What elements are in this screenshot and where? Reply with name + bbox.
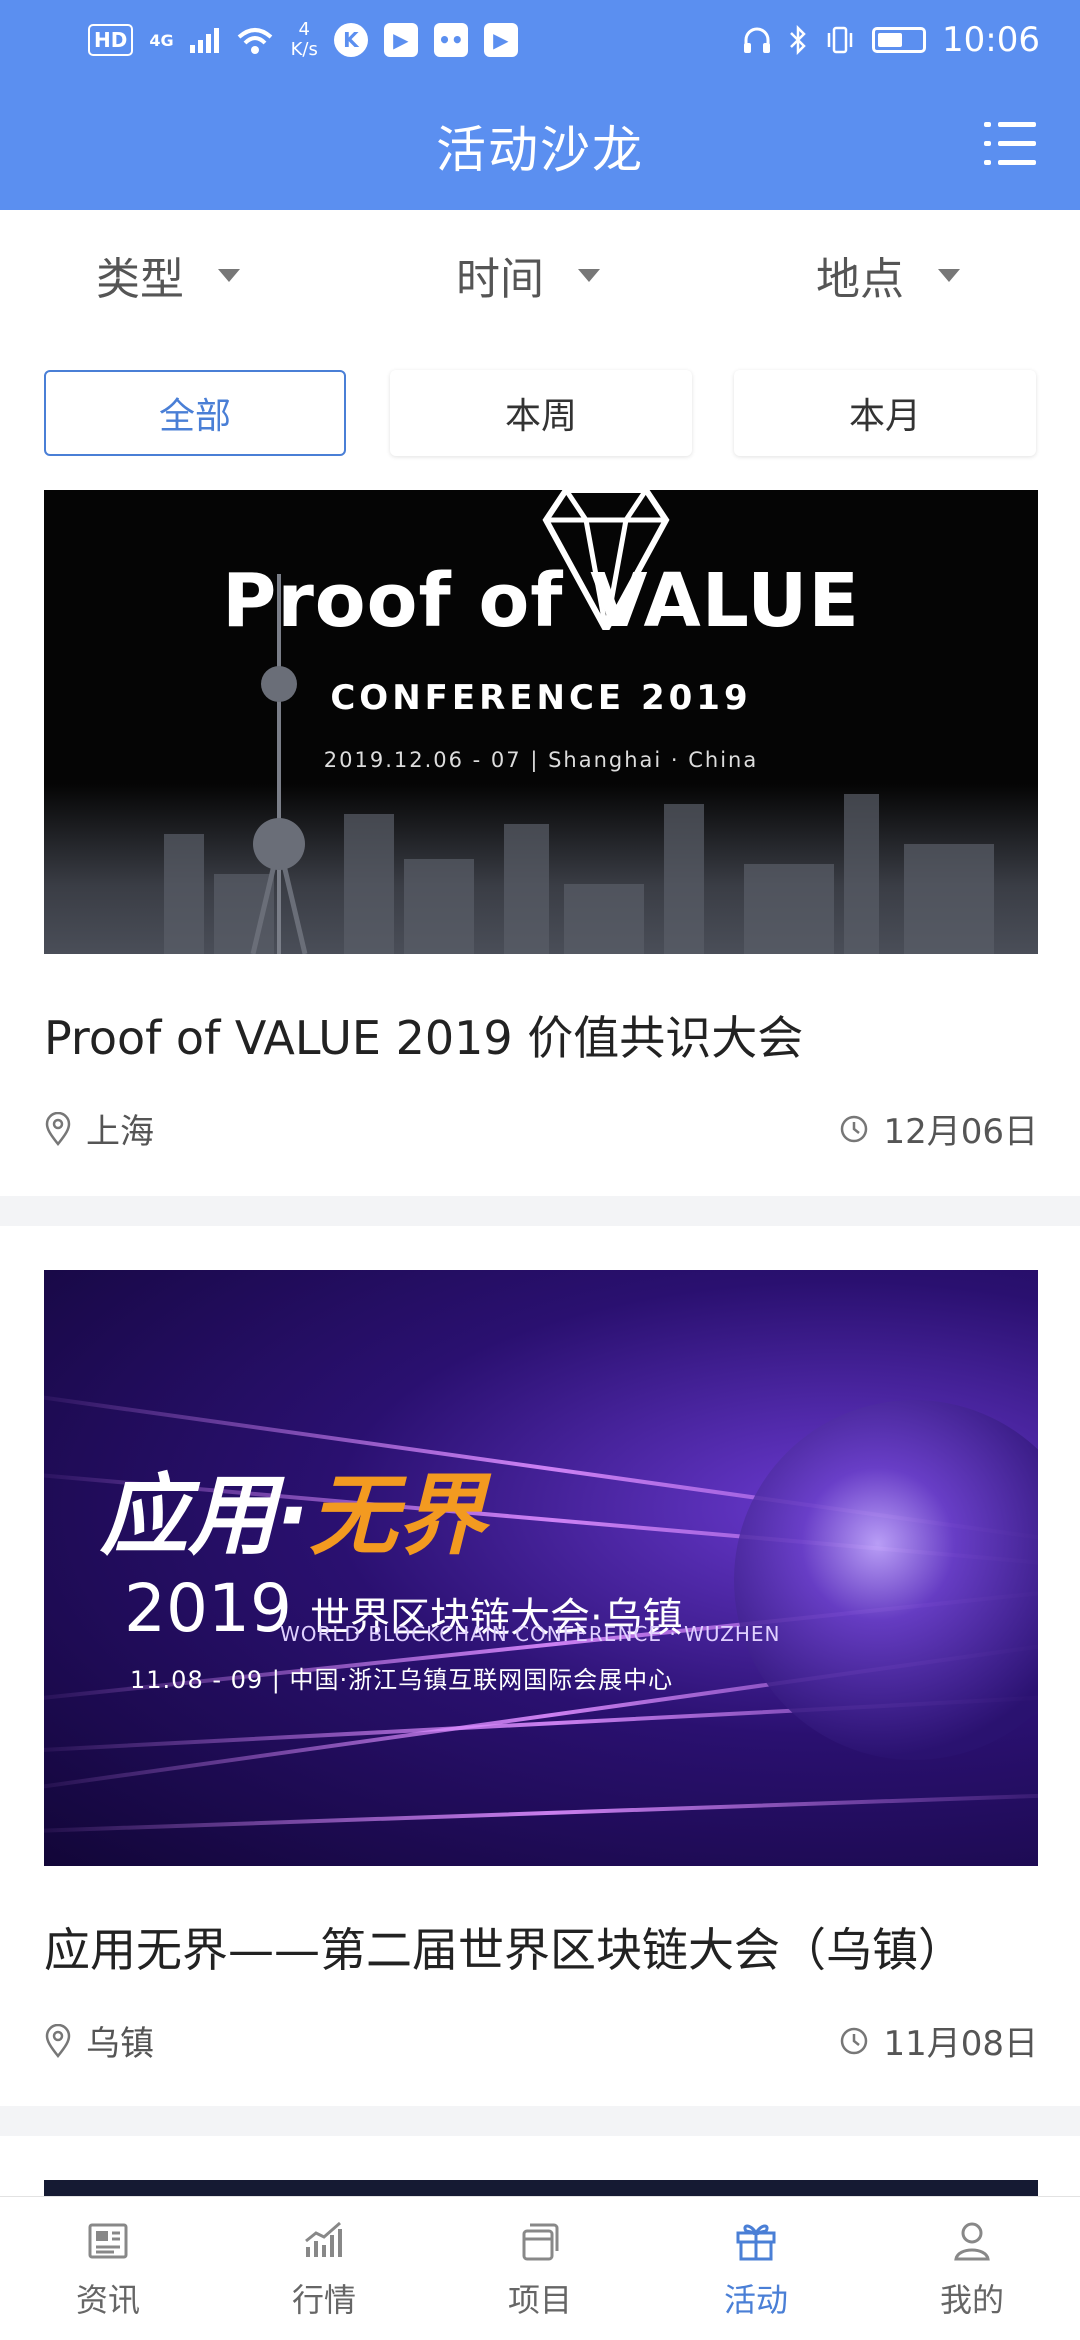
headphones-icon	[744, 27, 771, 53]
sphere-graphic	[734, 1400, 1038, 1760]
segment-this-week[interactable]: 本周	[390, 370, 692, 456]
nav-projects[interactable]: 项目	[432, 2197, 648, 2340]
profile-icon	[954, 2222, 990, 2260]
page-title: 活动沙龙	[436, 121, 644, 179]
nav-projects-label: 项目	[507, 2280, 572, 2319]
event-location-label: 上海	[86, 1112, 154, 1152]
event-date: 12月06日	[839, 1104, 1038, 1153]
type-dropdown[interactable]: 类型	[96, 240, 240, 310]
banner-en-title: WORLD BLOCKCHAIN CONFERENCE · WUZHEN	[280, 1622, 781, 1646]
status-bar: HD 4G 4 K/s K ▶ •• ▶ 10:06	[0, 0, 1080, 80]
segment-all[interactable]: 全部	[44, 370, 346, 456]
network-speed: 4 K/s	[291, 20, 318, 60]
list-menu-icon[interactable]	[984, 122, 1036, 166]
time-dropdown[interactable]: 时间	[456, 240, 600, 310]
banner-title-white: 应用·	[100, 1464, 310, 1567]
banner-title-highlight: 无界	[309, 1464, 486, 1567]
time-dropdown-label: 时间	[456, 254, 544, 305]
clock-icon	[841, 1115, 868, 1142]
nav-me[interactable]: 我的	[864, 2197, 1080, 2340]
event-title[interactable]: 应用无界——第二届世界区块链大会（乌镇）	[44, 1914, 964, 1980]
clock-icon	[841, 2027, 868, 2054]
caret-down-icon	[218, 268, 240, 282]
chart-icon	[305, 2221, 342, 2257]
nav-market[interactable]: 行情	[216, 2197, 432, 2340]
banner-title: 应用·无界	[100, 1445, 485, 1572]
nav-me-label: 我的	[939, 2280, 1004, 2319]
event-date-label: 11月08日	[883, 2024, 1038, 2064]
event-banner-image[interactable]: Proof of VALUE CONFERENCE 2019 2019.12.0…	[44, 490, 1038, 954]
event-card[interactable]: Proof of VALUE CONFERENCE 2019 2019.12.0…	[0, 490, 1080, 1196]
app-header: HD 4G 4 K/s K ▶ •• ▶ 10:06 活动沙龙	[0, 0, 1080, 210]
gift-icon	[736, 2224, 776, 2260]
caret-down-icon	[938, 268, 960, 282]
banner-title: Proof of VALUE	[222, 558, 860, 644]
bottom-nav: 资讯 行情 项目 活动 我的	[0, 2196, 1080, 2340]
location-pin-icon	[45, 1111, 71, 1146]
filter-panel: 类型 时间 地点 全部 本周 本月	[0, 210, 1080, 490]
battery-icon	[872, 27, 927, 53]
status-left: HD 4G 4 K/s K ▶ •• ▶	[88, 20, 518, 60]
newspaper-icon	[88, 2223, 128, 2258]
event-title[interactable]: Proof of VALUE 2019 价值共识大会	[44, 1002, 803, 1068]
banner-subtitle: CONFERENCE 2019	[330, 678, 752, 718]
tower-graphic	[250, 574, 308, 954]
k-app-icon: K	[333, 23, 368, 57]
dots-app-icon: ••	[433, 23, 468, 57]
banner-info: 2019.12.06 - 07 | Shanghai · China	[323, 748, 759, 772]
signal-icon	[189, 27, 219, 53]
event-card[interactable]: 应用·无界 2019 世界区块链大会·乌镇 WORLD BLOCKCHAIN C…	[0, 1226, 1080, 2106]
type-dropdown-label: 类型	[96, 254, 184, 305]
status-right: 10:06	[742, 20, 1040, 60]
banner-info: 11.08 - 09 | 中国·浙江乌镇互联网国际会展中心	[130, 1666, 674, 1694]
status-time: 10:06	[942, 20, 1040, 60]
network-speed-value: 4	[298, 19, 310, 40]
play-app-icon: ▶	[483, 23, 518, 57]
wifi-icon	[237, 28, 272, 54]
video-app-icon: ▶	[383, 23, 418, 57]
nav-events-label: 活动	[723, 2280, 788, 2319]
caret-down-icon	[578, 268, 600, 282]
network-type: 4G	[149, 30, 174, 50]
event-banner-image[interactable]: 应用·无界 2019 世界区块链大会·乌镇 WORLD BLOCKCHAIN C…	[44, 1270, 1038, 1866]
event-date-label: 12月06日	[883, 1112, 1038, 1152]
event-card[interactable]	[0, 2136, 1080, 2196]
bluetooth-icon	[790, 25, 806, 55]
event-location: 上海	[44, 1104, 154, 1153]
network-speed-unit: K/s	[290, 39, 318, 60]
hd-icon: HD	[88, 24, 134, 56]
nav-news[interactable]: 资讯	[0, 2197, 216, 2340]
nav-news-label: 资讯	[75, 2280, 140, 2319]
event-date: 11月08日	[839, 2016, 1038, 2065]
segment-this-month[interactable]: 本月	[734, 370, 1036, 456]
event-location: 乌镇	[44, 2016, 154, 2065]
banner-year: 2019	[124, 1570, 292, 1647]
location-dropdown[interactable]: 地点	[816, 240, 960, 310]
location-dropdown-label: 地点	[816, 254, 904, 305]
skyline-graphic	[44, 784, 1038, 954]
vibrate-icon	[827, 26, 853, 54]
location-pin-icon	[45, 2023, 71, 2058]
nav-market-label: 行情	[291, 2280, 356, 2319]
cards-icon	[522, 2223, 559, 2260]
nav-events[interactable]: 活动	[648, 2197, 864, 2340]
event-banner-image[interactable]	[44, 2180, 1038, 2196]
event-location-label: 乌镇	[86, 2024, 154, 2064]
